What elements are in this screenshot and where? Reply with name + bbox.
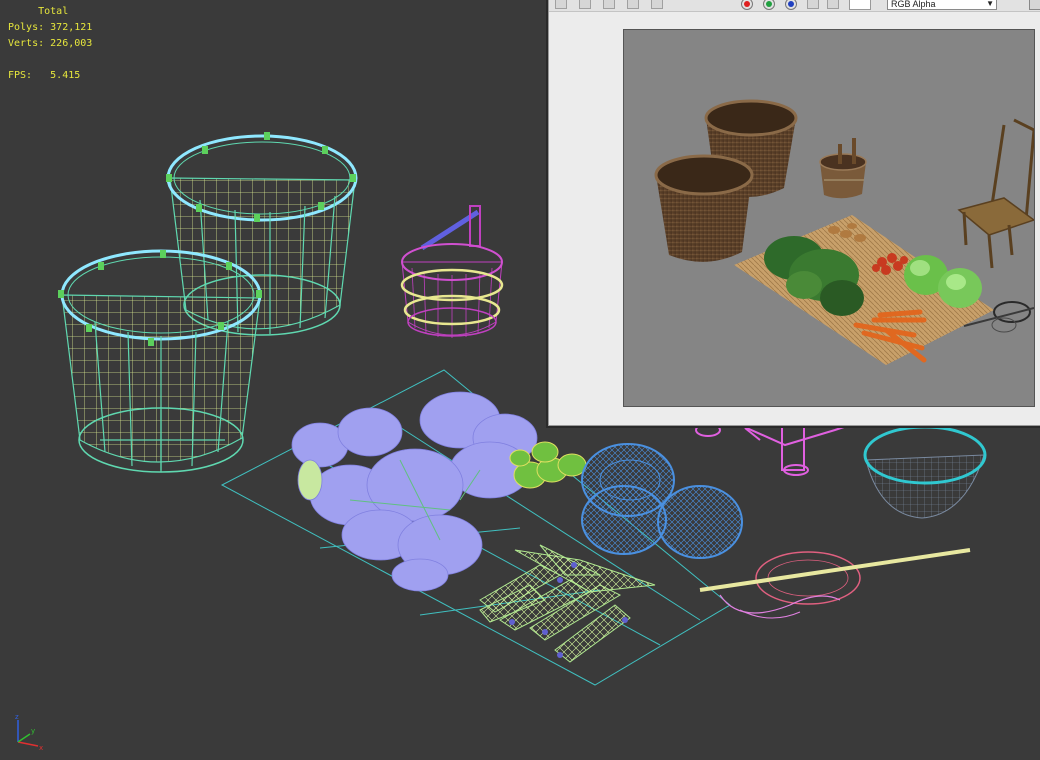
- axis-x-label: x: [39, 744, 43, 752]
- axis-y-label: y: [31, 727, 35, 735]
- axis-z-label: z: [15, 713, 19, 721]
- carrots-wireframe[interactable]: [479, 544, 656, 663]
- viewport-statistics: Total Polys: 372,121 Verts: 226,003 FPS:…: [8, 4, 92, 84]
- close-icon[interactable]: [1029, 0, 1040, 10]
- print-image-button[interactable]: [627, 0, 639, 9]
- red-channel-button[interactable]: [741, 0, 753, 10]
- monochrome-button[interactable]: [827, 0, 839, 9]
- copy-image-button[interactable]: [579, 0, 591, 9]
- render-bucket: [819, 138, 867, 199]
- green-channel-icon: [766, 1, 772, 7]
- red-channel-icon: [744, 1, 750, 7]
- greens-wireframe[interactable]: [291, 391, 538, 592]
- render-toolbar: RGB Alpha ▼: [549, 0, 1040, 12]
- render-basket-front: [654, 154, 754, 262]
- clear-image-button[interactable]: [651, 0, 663, 9]
- alpha-channel-button[interactable]: [807, 0, 819, 9]
- render-canvas: [623, 29, 1035, 407]
- cabbages-wireframe[interactable]: [581, 443, 743, 559]
- color-swatch[interactable]: [849, 0, 871, 10]
- sieve-wireframe[interactable]: [699, 548, 971, 619]
- polys-label: Polys:: [8, 22, 45, 33]
- stats-heading: Total: [38, 6, 69, 17]
- bucket-wireframe[interactable]: [400, 205, 504, 338]
- verts-label: Verts:: [8, 38, 45, 49]
- blue-channel-button[interactable]: [785, 0, 797, 10]
- channel-display-select[interactable]: RGB Alpha ▼: [887, 0, 997, 10]
- channel-display-value: RGB Alpha: [891, 0, 936, 9]
- chair-wireframe[interactable]: [695, 419, 866, 476]
- render-chair: [957, 118, 1034, 269]
- verts-value: 226,003: [50, 38, 93, 49]
- fps-value: 5.415: [50, 70, 81, 81]
- green-channel-button[interactable]: [763, 0, 775, 10]
- rendered-image: [654, 99, 1034, 365]
- chevron-down-icon: ▼: [986, 0, 994, 8]
- blue-channel-icon: [788, 1, 794, 7]
- rendered-frame-window[interactable]: RGB Alpha ▼: [548, 0, 1040, 426]
- clone-window-button[interactable]: [603, 0, 615, 9]
- bowl-wireframe[interactable]: [863, 425, 987, 519]
- polys-value: 372,121: [50, 22, 93, 33]
- save-image-button[interactable]: [555, 0, 567, 9]
- fps-label: FPS:: [8, 70, 33, 81]
- axis-gizmo: x z y: [15, 713, 43, 752]
